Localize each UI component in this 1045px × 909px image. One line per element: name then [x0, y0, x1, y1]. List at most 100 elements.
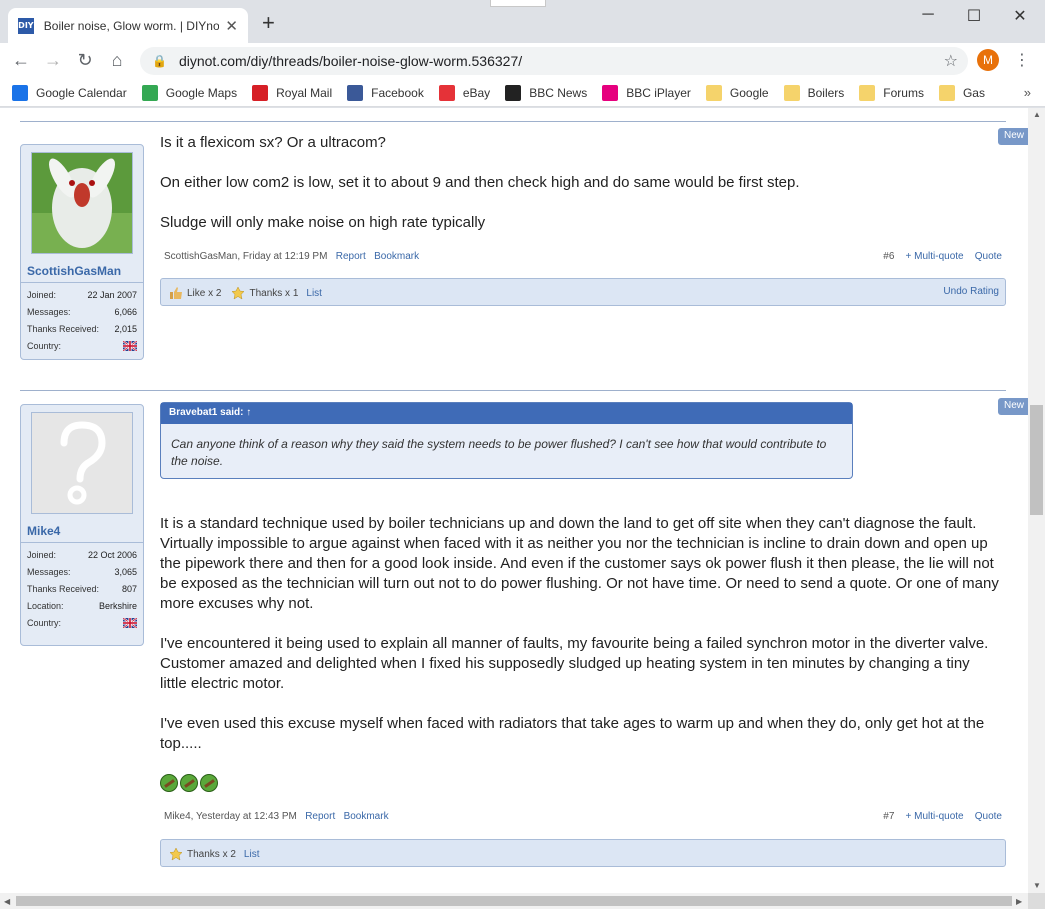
bookmark-item[interactable]: Royal Mail	[252, 84, 333, 101]
bookmark-label: BBC News	[529, 85, 588, 100]
report-link[interactable]: Report	[336, 251, 366, 262]
reload-icon[interactable]: ↻	[74, 50, 96, 71]
facebook-icon	[347, 84, 364, 101]
minimize-icon[interactable]: ─	[905, 6, 951, 24]
home-icon[interactable]: ⌂	[106, 50, 128, 71]
stat-value: 22 Jan 2007	[87, 290, 137, 300]
ratings-list-link[interactable]: List	[306, 288, 322, 299]
bookmark-label: Forums	[883, 85, 924, 100]
smiley-icon	[200, 774, 218, 792]
thanks-count: Thanks x 1	[249, 287, 299, 299]
user-stat-row: Messages: 6,066	[27, 304, 137, 321]
user-info-block: ScottishGasMan Joined: 22 Jan 2007 Message…	[20, 144, 144, 360]
username[interactable]: Mike4	[21, 514, 143, 542]
user-stat-row: Location: Berkshire	[27, 598, 137, 615]
bookmark-item[interactable]: Google Maps	[141, 84, 237, 101]
user-stat-row: Thanks Received: 807	[27, 581, 137, 598]
bookmark-label: eBay	[462, 85, 491, 100]
ratings-list-link[interactable]: List	[244, 849, 260, 860]
bookmarks-overflow-icon[interactable]: »	[1024, 85, 1031, 100]
ratings-bar: Like x 2 Thanks x 1 List Undo Rating	[160, 278, 1006, 306]
vertical-scroll-thumb[interactable]	[1030, 405, 1043, 515]
bookmark-star-icon[interactable]: ☆	[944, 51, 958, 71]
post-number[interactable]: #6	[883, 251, 894, 262]
bookmark-item[interactable]: Boilers	[783, 84, 844, 101]
new-tab-icon[interactable]: +	[262, 12, 275, 34]
user-stat-row: Thanks Received: 2,015	[27, 321, 137, 338]
stat-label: Joined:	[27, 550, 57, 560]
lock-icon: 🔒	[152, 54, 167, 68]
thanks-count: Thanks x 2	[187, 848, 236, 860]
user-stats: Joined: 22 Oct 2006 Messages: 3,065 Thanks R…	[21, 542, 143, 636]
quote-link[interactable]: Quote	[975, 251, 1002, 262]
bookmark-item[interactable]: Google Calendar	[12, 84, 127, 101]
bookmark-item[interactable]: BBC News	[505, 84, 588, 101]
maps-icon	[141, 84, 158, 101]
bookmark-item[interactable]: Forums	[859, 84, 924, 101]
scroll-left-icon[interactable]: ◀	[4, 897, 10, 906]
bookmark-item[interactable]: Gas	[938, 84, 985, 101]
multi-quote-link[interactable]: + Multi-quote	[906, 251, 964, 262]
tab-close-icon[interactable]: ✕	[225, 17, 238, 35]
forward-icon[interactable]: →	[42, 50, 64, 71]
browser-toolbar: ← → ↻ ⌂ 🔒 diynot.com/diy/threads/boiler-…	[0, 43, 1045, 79]
smiley-icon	[160, 774, 178, 792]
window-drag-notch	[490, 0, 546, 7]
stat-label: Country:	[27, 618, 62, 628]
quote-link[interactable]: Quote	[975, 811, 1002, 822]
smileys	[160, 774, 220, 792]
multi-quote-link[interactable]: + Multi-quote	[906, 811, 964, 822]
bookmark-label: Facebook	[371, 85, 424, 100]
quote-header[interactable]: Bravebat1 said: ↑	[161, 403, 852, 424]
report-link[interactable]: Report	[305, 811, 335, 822]
stat-value: Berkshire	[98, 601, 137, 611]
stat-label: Joined:	[27, 290, 57, 300]
scroll-down-icon[interactable]: ▼	[1033, 881, 1041, 890]
bookmark-link[interactable]: Bookmark	[374, 251, 419, 262]
user-avatar[interactable]	[31, 412, 133, 514]
stat-value: 6,066	[114, 307, 137, 317]
folder-icon	[705, 84, 722, 101]
stat-label: Country:	[27, 341, 62, 351]
back-icon[interactable]: ←	[10, 50, 32, 71]
post-number[interactable]: #7	[883, 811, 894, 822]
royal-mail-icon	[252, 84, 269, 101]
post-meta: Mike4, Yesterday at 12:43 PM Report Book…	[160, 809, 1006, 827]
menu-kebab-icon[interactable]: ⋮	[1014, 50, 1030, 70]
bookmark-item[interactable]: BBC iPlayer	[602, 84, 691, 101]
bookmark-item[interactable]: Google	[705, 84, 769, 101]
bookmark-link[interactable]: Bookmark	[344, 811, 389, 822]
horizontal-scroll-thumb[interactable]	[16, 896, 1012, 906]
maximize-icon[interactable]: ☐	[951, 6, 997, 26]
post-actions: #6 + Multi-quote Quote	[883, 251, 1002, 262]
undo-rating-link[interactable]: Undo Rating	[943, 286, 999, 297]
stat-label: Thanks Received:	[27, 584, 100, 594]
url-text: diynot.com/diy/threads/boiler-noise-glow…	[178, 53, 523, 69]
diynot-favicon-icon: DIY	[18, 17, 34, 34]
scroll-up-icon[interactable]: ▲	[1033, 110, 1041, 119]
bookmark-item[interactable]: Facebook	[347, 84, 424, 101]
bookmarks-bar: Google Calendar Google Maps Royal Mail Face…	[0, 79, 1045, 107]
uk-flag-icon	[123, 341, 137, 351]
bookmark-label: Google	[729, 85, 769, 100]
user-avatar[interactable]	[31, 152, 133, 254]
bookmark-item[interactable]: eBay	[438, 84, 491, 101]
message-paragraph: I've even used this excuse myself when f…	[160, 715, 985, 752]
calendar-icon	[12, 84, 28, 101]
address-bar[interactable]: 🔒 diynot.com/diy/threads/boiler-noise-gl…	[140, 47, 968, 75]
profile-avatar[interactable]: M	[977, 49, 999, 71]
thumbs-up-icon	[170, 287, 182, 299]
stat-value: 22 Oct 2006	[87, 550, 137, 560]
user-stats: Joined: 22 Jan 2007 Messages: 6,066 Thanks R…	[21, 282, 143, 359]
user-stat-row: Country:	[27, 338, 137, 355]
message-paragraph: On either low com2 is low, set it to abo…	[160, 174, 800, 191]
user-stat-row: Country:	[27, 615, 137, 632]
close-window-icon[interactable]: ✕	[997, 6, 1043, 26]
bookmark-label: Royal Mail	[276, 85, 333, 100]
scroll-right-icon[interactable]: ▶	[1016, 897, 1022, 906]
bookmark-label: Google Calendar	[36, 85, 127, 100]
stat-label: Location:	[27, 601, 64, 611]
username[interactable]: ScottishGasMan	[21, 254, 143, 282]
browser-tab[interactable]: DIY Boiler noise, Glow worm. | DIYnot ✕	[8, 8, 248, 43]
thanks-star-icon	[231, 286, 246, 300]
